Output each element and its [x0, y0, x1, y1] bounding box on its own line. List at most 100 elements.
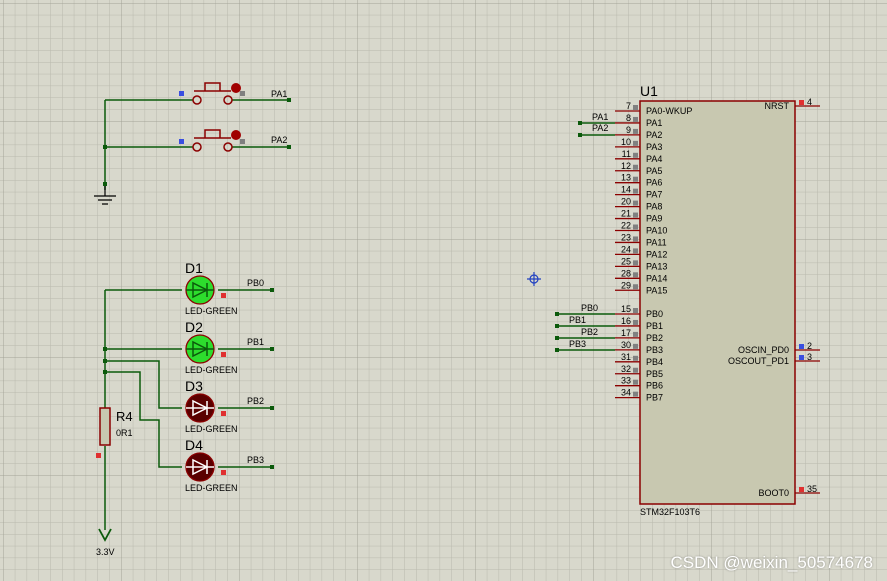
- mcu-pin-name: PA3: [646, 142, 662, 152]
- mcu-pin-number: 15: [621, 304, 631, 314]
- mcu-pin-name: PA2: [646, 130, 662, 140]
- pin-marker: [633, 379, 638, 385]
- mcu-pin-name: PA9: [646, 214, 662, 224]
- pin-marker: [633, 116, 638, 122]
- led-net-label: PB3: [247, 455, 264, 465]
- mcu-pin-name: BOOT0: [758, 488, 789, 498]
- button-actuator-icon[interactable]: [231, 130, 241, 140]
- net-label-pb2-mcu: PB2: [581, 327, 598, 337]
- pin-marker: [633, 176, 638, 182]
- mcu-pin-name: NRST: [765, 101, 790, 111]
- mcu-pin-number: 9: [626, 125, 631, 135]
- resistor-value: 0R1: [116, 428, 133, 438]
- mcu-pin-name: PB7: [646, 393, 663, 403]
- mcu-pin-number: 11: [622, 149, 631, 159]
- pin-marker: [633, 212, 638, 218]
- mcu-pin-name: PA6: [646, 178, 662, 188]
- pin-marker: [633, 260, 638, 266]
- mcu-pin-name: PA7: [646, 190, 662, 200]
- pin-marker: [633, 284, 638, 290]
- led-part: LED-GREEN: [185, 424, 238, 434]
- mcu-pin-number: 13: [621, 173, 631, 183]
- mcu-pin-number: 7: [626, 101, 631, 111]
- mcu-pin-name: OSCIN_PD0: [738, 345, 789, 355]
- mcu-pin-number: 4: [807, 97, 812, 107]
- led-ref: D3: [185, 378, 203, 394]
- led-ref: D2: [185, 319, 203, 335]
- pin-marker: [240, 139, 245, 144]
- pin-marker: [96, 453, 101, 458]
- mcu-pin-number: 29: [621, 280, 631, 290]
- mcu-pin-name: PA14: [646, 273, 667, 283]
- mcu-pin-number: 17: [621, 328, 631, 338]
- mcu-pin-name: PB3: [646, 345, 663, 355]
- pin-marker: [633, 308, 638, 313]
- pin-marker: [221, 293, 226, 298]
- mcu-pin-number: 20: [621, 197, 631, 207]
- mcu-pin-number: 21: [621, 209, 631, 219]
- mcu-pin-number: 10: [621, 137, 631, 147]
- pin-marker: [633, 224, 638, 230]
- pin-marker: [799, 344, 804, 349]
- pin-marker: [633, 140, 638, 146]
- pin-marker: [221, 352, 226, 357]
- net-label-pb3-mcu: PB3: [569, 339, 586, 349]
- led-part: LED-GREEN: [185, 483, 238, 493]
- mcu-pin-name: PB2: [646, 333, 663, 343]
- led-net-label: PB0: [247, 278, 264, 288]
- pin-marker: [633, 200, 638, 206]
- mcu-body[interactable]: [639, 100, 796, 505]
- resistor-body[interactable]: [99, 407, 111, 446]
- net-label-pb0-mcu: PB0: [581, 303, 598, 313]
- mcu-pin-name: OSCOUT_PD1: [728, 356, 789, 366]
- mcu-pin-number: 32: [621, 364, 631, 374]
- mcu-pin-number: 30: [621, 340, 631, 350]
- mcu-pin-number: 28: [621, 268, 631, 278]
- led-ref: D4: [185, 437, 203, 453]
- mcu-pin-number: 16: [621, 316, 631, 326]
- mcu-pin-number: 8: [626, 113, 631, 123]
- schematic-canvas[interactable]: U1 STM32F103T6 7 PA0-WKUP 8 PA1 9 PA2 10 PA3 11 P…: [0, 0, 887, 581]
- net-label-pb1-mcu: PB1: [569, 315, 586, 325]
- led-part: LED-GREEN: [185, 306, 238, 316]
- pin-marker: [633, 319, 638, 325]
- led-part: LED-GREEN: [185, 365, 238, 375]
- mcu-pin-name: PA8: [646, 202, 662, 212]
- mcu-pin-number: 31: [621, 352, 631, 362]
- pin-marker-blue: [179, 139, 184, 144]
- mcu-pin-name: PA11: [646, 237, 667, 247]
- mcu-pin-name: PA4: [646, 154, 662, 164]
- pin-marker: [633, 391, 638, 397]
- pin-marker: [633, 152, 638, 158]
- pin-marker: [221, 470, 226, 475]
- mcu-pin-number: 14: [621, 185, 631, 195]
- led-net-label: PB1: [247, 337, 264, 347]
- pin-marker: [633, 272, 638, 278]
- pin-marker: [633, 355, 638, 361]
- pin-marker: [633, 188, 638, 194]
- net-label-pa2-mcu: PA2: [592, 123, 608, 133]
- mcu-pin-number: 23: [621, 232, 631, 242]
- mcu-pin-number: 35: [807, 484, 817, 494]
- pin-marker: [633, 164, 638, 170]
- mcu-pin-name: PA12: [646, 249, 667, 259]
- pin-marker: [633, 105, 638, 110]
- button-actuator-icon[interactable]: [231, 83, 241, 93]
- mcu-pin-name: PB6: [646, 381, 663, 391]
- mcu-pin-number: 3: [807, 352, 812, 362]
- mcu-pin-number: 24: [621, 244, 631, 254]
- pin-marker: [633, 343, 638, 349]
- pin-marker: [633, 367, 638, 373]
- mcu-pin-number: 12: [621, 161, 631, 171]
- pin-marker: [799, 355, 804, 360]
- mcu-pin-name: PA15: [646, 285, 667, 295]
- mcu-pin-number: 33: [621, 376, 631, 386]
- led-net-label: PB2: [247, 396, 264, 406]
- led-ref: D1: [185, 260, 203, 276]
- mcu-pin-name: PA10: [646, 226, 667, 236]
- net-label-pa1: PA1: [271, 89, 287, 99]
- pin-marker: [799, 487, 804, 492]
- watermark: CSDN @weixin_50574678: [670, 553, 873, 572]
- mcu-pin-name: PA13: [646, 261, 667, 271]
- pin-marker: [799, 100, 804, 105]
